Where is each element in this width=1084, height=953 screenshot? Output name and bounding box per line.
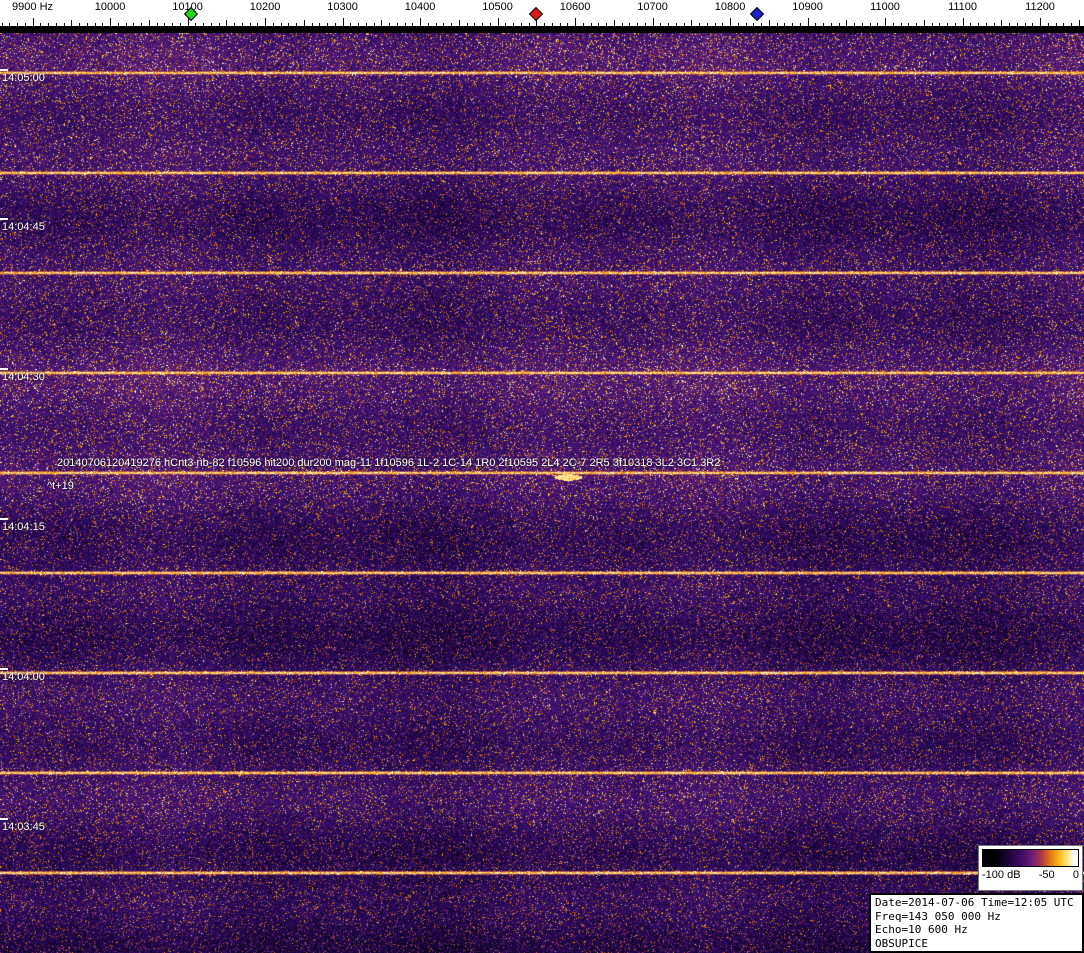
frequency-tick xyxy=(730,18,731,26)
frequency-label: 11100 xyxy=(948,1,978,13)
time-tick xyxy=(0,218,8,220)
info-box: Date=2014-07-06 Time=12:05 UTC Freq=143 … xyxy=(869,893,1084,953)
waterfall-spectrogram[interactable] xyxy=(0,33,1084,953)
info-echo: Echo=10 600 Hz xyxy=(875,923,968,936)
detection-submark: ^t+19 xyxy=(47,480,74,492)
color-scale-legend: -100 dB -50 0 xyxy=(978,845,1083,891)
frequency-label: 10600 xyxy=(559,1,591,13)
frequency-tick xyxy=(265,18,266,26)
spectrogram-app: 9900 Hz 10000 10100 10200 10300 10400 10500 106… xyxy=(0,0,1084,953)
time-tick xyxy=(0,518,8,520)
time-label: 14:04:15 xyxy=(2,521,45,533)
time-label: 14:04:30 xyxy=(2,371,45,383)
frequency-label: 10500 xyxy=(482,1,513,13)
color-gradient-bar xyxy=(982,849,1079,867)
time-label: 14:04:00 xyxy=(2,671,45,683)
legend-labels: -100 dB -50 0 xyxy=(979,868,1082,882)
frequency-label: 10400 xyxy=(404,1,436,13)
frequency-tick xyxy=(885,18,886,26)
info-date-time: Date=2014-07-06 Time=12:05 UTC xyxy=(875,896,1074,909)
ruler-bottom-bar xyxy=(0,26,1084,33)
time-tick xyxy=(0,668,8,670)
frequency-tick xyxy=(963,18,964,26)
time-tick xyxy=(0,818,8,820)
legend-mid-label: -50 xyxy=(1038,869,1055,881)
time-label: 14:03:45 xyxy=(2,821,45,833)
legend-min-label: -100 dB xyxy=(982,869,1021,881)
frequency-tick xyxy=(1040,18,1041,26)
time-label: 14:05:00 xyxy=(2,72,45,84)
frequency-label: 11200 xyxy=(1025,1,1055,13)
frequency-tick xyxy=(420,18,421,26)
frequency-label: 10300 xyxy=(327,1,358,13)
frequency-tick xyxy=(653,18,654,26)
detection-annotation: 20140706120419276 hCnt3 nb-82 f10596 hit… xyxy=(57,457,721,469)
frequency-tick xyxy=(575,18,576,26)
time-tick xyxy=(0,368,8,370)
frequency-tick xyxy=(33,18,34,26)
frequency-label: 9900 Hz xyxy=(12,1,54,13)
frequency-label: 10800 xyxy=(714,1,746,13)
frequency-label: 10000 xyxy=(94,1,126,13)
marker-blue-diamond-icon[interactable] xyxy=(750,6,765,22)
frequency-tick xyxy=(110,18,111,26)
frequency-ruler[interactable]: 9900 Hz 10000 10100 10200 10300 10400 10500 106… xyxy=(0,0,1084,26)
frequency-label: 10200 xyxy=(249,1,281,13)
frequency-label: 11000 xyxy=(870,1,900,13)
time-tick xyxy=(0,69,8,71)
info-station: OBSUPICE xyxy=(875,936,928,950)
frequency-label: 10700 xyxy=(637,1,668,13)
time-label: 14:04:45 xyxy=(2,221,45,233)
legend-max-label: 0 xyxy=(1072,869,1079,881)
info-frequency: Freq=143 050 000 Hz xyxy=(875,909,1001,923)
marker-red-diamond-icon[interactable] xyxy=(529,6,544,22)
frequency-label: 10900 xyxy=(792,1,823,13)
frequency-tick xyxy=(498,18,499,26)
frequency-tick xyxy=(808,18,809,26)
frequency-tick xyxy=(343,18,344,26)
